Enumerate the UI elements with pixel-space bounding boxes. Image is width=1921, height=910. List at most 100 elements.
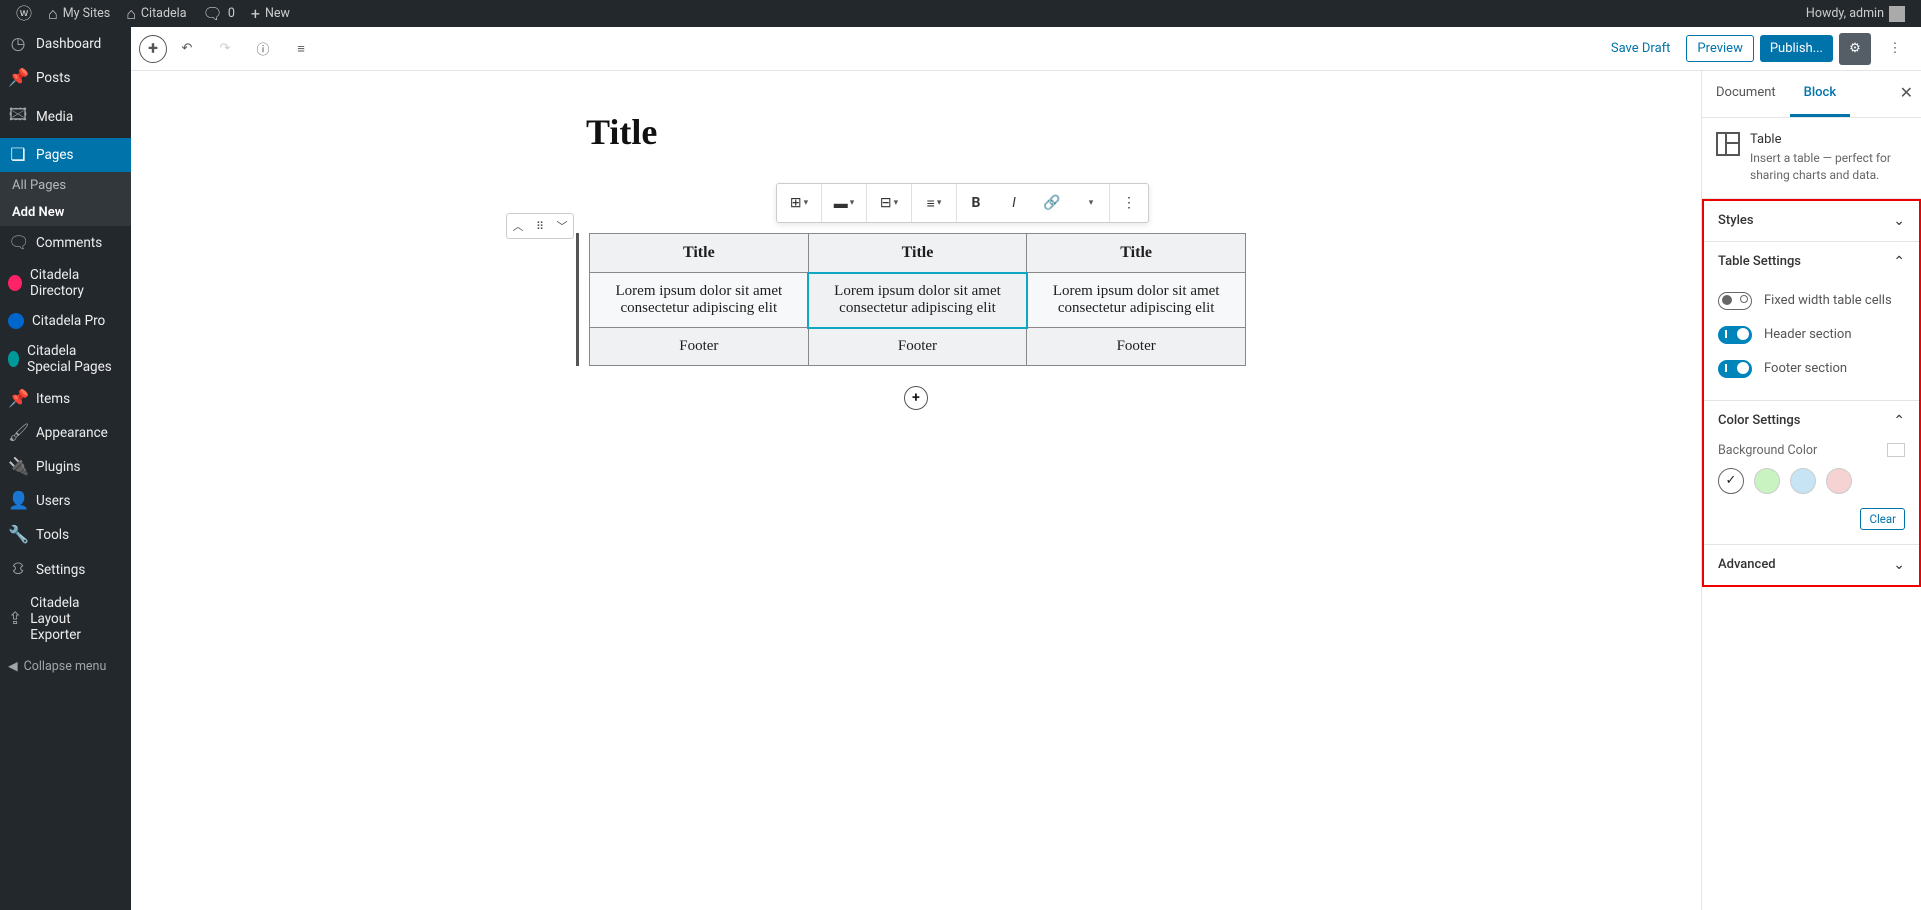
wordpress-icon: ⓦ bbox=[16, 6, 32, 22]
sidebar-item-label: Tools bbox=[36, 527, 69, 543]
undo-button[interactable]: ↶ bbox=[169, 31, 205, 67]
content-info-button[interactable]: ⓘ bbox=[245, 31, 281, 67]
sidebar-subitem-add-new[interactable]: Add New bbox=[0, 199, 131, 226]
sidebar-item-appearance[interactable]: 🖌Appearance bbox=[0, 416, 131, 450]
page-title[interactable]: Title bbox=[586, 111, 1246, 153]
close-inspector-button[interactable]: ✕ bbox=[1900, 83, 1913, 102]
table-header-cell[interactable]: Title bbox=[1027, 234, 1246, 273]
comments-count[interactable]: 🗨0 bbox=[195, 0, 243, 27]
change-block-type-button[interactable]: ⊞▾ bbox=[777, 184, 821, 222]
color-swatch-white[interactable]: ✓ bbox=[1718, 468, 1744, 494]
panel-styles[interactable]: Styles ⌄ bbox=[1704, 201, 1919, 241]
color-preview bbox=[1887, 443, 1905, 457]
collapse-menu[interactable]: ◀Collapse menu bbox=[0, 650, 131, 682]
sidebar-item-dashboard[interactable]: ◷Dashboard bbox=[0, 27, 131, 61]
dashboard-icon: ◷ bbox=[8, 34, 28, 54]
sidebar-item-media[interactable]: 🖾Media bbox=[0, 95, 131, 138]
drag-handle[interactable]: ⠿ bbox=[529, 214, 551, 238]
toggle-footer-section[interactable] bbox=[1718, 360, 1752, 378]
comments-count-value: 0 bbox=[228, 6, 235, 21]
sidebar-item-users[interactable]: 👤Users bbox=[0, 484, 131, 518]
new-content[interactable]: +New bbox=[243, 0, 298, 27]
sidebar-item-pages[interactable]: ❏Pages bbox=[0, 138, 131, 172]
panel-color-settings[interactable]: Color Settings ⌃ bbox=[1704, 401, 1919, 441]
toggle-fixed-width[interactable] bbox=[1718, 292, 1752, 310]
table-icon: ⊞ bbox=[790, 195, 802, 211]
highlighted-panels: Styles ⌄ Table Settings ⌃ Fixed wid bbox=[1702, 199, 1921, 587]
editor-canvas[interactable]: Title ︿ ⠿ ﹀ ⊞▾ ▬▾ bbox=[131, 71, 1701, 910]
block-navigation-button[interactable]: ≡ bbox=[283, 31, 319, 67]
table[interactable]: Title Title Title Lorem ipsum dolor sit … bbox=[589, 233, 1246, 366]
sidebar-item-tools[interactable]: 🔧Tools bbox=[0, 518, 131, 552]
sidebar-item-comments[interactable]: 🗨Comments bbox=[0, 226, 131, 260]
table-footer-cell[interactable]: Footer bbox=[808, 328, 1027, 366]
link-button[interactable]: 🔗 bbox=[1033, 184, 1071, 222]
sidebar-subitem-all-pages[interactable]: All Pages bbox=[0, 172, 131, 199]
align-icon: ▬ bbox=[834, 195, 848, 212]
howdy-label: Howdy, admin bbox=[1806, 6, 1884, 21]
preview-button[interactable]: Preview bbox=[1686, 35, 1753, 62]
add-block-button[interactable]: + bbox=[139, 35, 167, 63]
sidebar-submenu-pages: All Pages Add New bbox=[0, 172, 131, 226]
panel-advanced[interactable]: Advanced ⌄ bbox=[1704, 545, 1919, 585]
save-draft-button[interactable]: Save Draft bbox=[1601, 35, 1681, 62]
sidebar-item-posts[interactable]: 📌Posts bbox=[0, 61, 131, 95]
clear-color-button[interactable]: Clear bbox=[1860, 508, 1905, 530]
color-swatch-green[interactable] bbox=[1754, 468, 1780, 494]
sidebar-item-plugins[interactable]: 🔌Plugins bbox=[0, 450, 131, 484]
block-options-button[interactable]: ⋮ bbox=[1110, 184, 1148, 222]
column-align-button[interactable]: ≡▾ bbox=[912, 184, 956, 222]
table-cell-selected[interactable]: Lorem ipsum dolor sit amet consectetur a… bbox=[808, 273, 1027, 328]
my-sites[interactable]: ⌂My Sites bbox=[40, 0, 118, 27]
edit-table-button[interactable]: ⊟▾ bbox=[867, 184, 911, 222]
citadela-directory-icon bbox=[8, 275, 22, 291]
chevron-down-icon: ⌄ bbox=[1893, 557, 1905, 573]
table-footer-cell[interactable]: Footer bbox=[1027, 328, 1246, 366]
sidebar-item-label: Pages bbox=[36, 147, 74, 163]
text-align-icon: ≡ bbox=[927, 195, 935, 212]
bold-button[interactable]: B bbox=[957, 184, 995, 222]
color-swatch-red[interactable] bbox=[1826, 468, 1852, 494]
sidebar-item-citadela-directory[interactable]: Citadela Directory bbox=[0, 260, 131, 306]
block-toolbar: ⊞▾ ▬▾ ⊟▾ ≡▾ B bbox=[776, 183, 1149, 223]
sidebar-item-citadela-special[interactable]: Citadela Special Pages bbox=[0, 336, 131, 382]
link-icon: 🔗 bbox=[1043, 195, 1060, 211]
align-button[interactable]: ▬▾ bbox=[822, 184, 866, 222]
gear-icon: ⚙ bbox=[1849, 41, 1861, 56]
panel-table-settings[interactable]: Table Settings ⌃ bbox=[1704, 242, 1919, 282]
table-row: Lorem ipsum dolor sit amet consectetur a… bbox=[590, 273, 1246, 328]
toggle-label: Fixed width table cells bbox=[1764, 293, 1892, 308]
color-swatch-blue[interactable] bbox=[1790, 468, 1816, 494]
sidebar-item-citadela-exporter[interactable]: ⇪Citadela Layout Exporter bbox=[0, 588, 131, 650]
howdy-user[interactable]: Howdy, admin bbox=[1798, 0, 1913, 27]
more-formatting-button[interactable]: ▾ bbox=[1071, 184, 1109, 222]
tab-document[interactable]: Document bbox=[1702, 71, 1790, 117]
media-icon: 🖾 bbox=[8, 102, 28, 131]
insert-block-button[interactable]: + bbox=[904, 386, 928, 410]
sidebar-item-items[interactable]: 📌Items bbox=[0, 382, 131, 416]
my-sites-label: My Sites bbox=[63, 6, 111, 21]
table-footer-cell[interactable]: Footer bbox=[590, 328, 809, 366]
sidebar-item-label: Plugins bbox=[36, 459, 81, 475]
site-name[interactable]: ⌂Citadela bbox=[118, 0, 194, 27]
move-up-button[interactable]: ︿ bbox=[507, 214, 529, 238]
comment-icon: 🗨 bbox=[203, 6, 223, 22]
toggle-header-section[interactable] bbox=[1718, 326, 1752, 344]
tab-block[interactable]: Block bbox=[1790, 71, 1850, 117]
italic-button[interactable]: I bbox=[995, 184, 1033, 222]
citadela-pro-icon bbox=[8, 313, 24, 329]
table-header-cell[interactable]: Title bbox=[808, 234, 1027, 273]
sidebar-item-settings[interactable]: ⛻Settings bbox=[0, 552, 131, 588]
table-cell[interactable]: Lorem ipsum dolor sit amet consectetur a… bbox=[590, 273, 809, 328]
wp-logo[interactable]: ⓦ bbox=[8, 0, 40, 27]
block-description: Insert a table — perfect for sharing cha… bbox=[1750, 150, 1907, 184]
move-down-button[interactable]: ﹀ bbox=[551, 214, 573, 238]
panel-title: Table Settings bbox=[1718, 254, 1801, 269]
table-cell[interactable]: Lorem ipsum dolor sit amet consectetur a… bbox=[1027, 273, 1246, 328]
redo-button[interactable]: ↷ bbox=[207, 31, 243, 67]
publish-button[interactable]: Publish... bbox=[1760, 35, 1833, 62]
sidebar-item-citadela-pro[interactable]: Citadela Pro bbox=[0, 306, 131, 336]
more-options-button[interactable]: ⋮ bbox=[1877, 31, 1913, 67]
table-header-cell[interactable]: Title bbox=[590, 234, 809, 273]
settings-button[interactable]: ⚙ bbox=[1839, 33, 1871, 65]
